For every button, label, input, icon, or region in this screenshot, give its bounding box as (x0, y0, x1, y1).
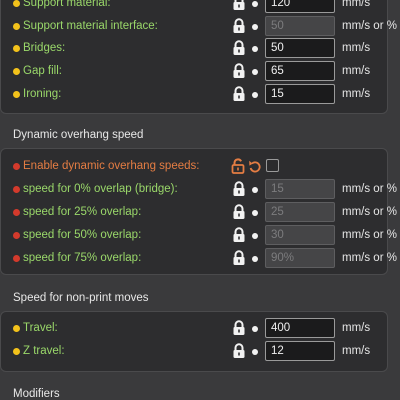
setting-row-enable-overhang: Enable dynamic overhang speeds: (0, 156, 386, 178)
undo-icon[interactable] (248, 158, 262, 174)
setting-label: Support material: (23, 0, 111, 9)
system-value-dot (13, 325, 20, 332)
bullet-icon[interactable] (252, 46, 258, 52)
setting-row-support-interface: Support material interface: 50 mm/s or % (0, 16, 397, 38)
bullet-icon[interactable] (252, 24, 258, 30)
unlocked-lock-icon[interactable] (231, 158, 245, 174)
speed-settings-panel: Support material: 120 mm/s Support mater… (0, 0, 397, 400)
section-title-nonprint: Speed for non-print moves (13, 292, 149, 304)
overlap-75-speed-input[interactable]: 90% (265, 248, 335, 268)
section-title-overhang: Dynamic overhang speed (13, 129, 144, 141)
setting-row-overlap-50: speed for 50% overlap: 30 mm/s or % (0, 225, 397, 247)
system-value-dot (13, 68, 20, 75)
unit-label: mm/s or % (342, 183, 397, 195)
lock-icon[interactable] (232, 63, 246, 79)
unit-label: mm/s or % (342, 206, 397, 218)
lock-icon[interactable] (232, 86, 246, 102)
unit-label: mm/s or % (342, 20, 397, 32)
setting-label: Gap fill: (23, 65, 62, 77)
bullet-icon[interactable] (252, 210, 258, 216)
system-value-dot (13, 348, 20, 355)
support-material-speed-input[interactable]: 120 (265, 0, 335, 13)
setting-label: Ironing: (23, 88, 62, 100)
bullet-icon[interactable] (252, 256, 258, 262)
setting-label: Z travel: (23, 345, 65, 357)
lock-icon[interactable] (232, 181, 246, 197)
setting-label: speed for 25% overlap: (23, 206, 142, 218)
lock-icon[interactable] (232, 40, 246, 56)
setting-row-support-material: Support material: 120 mm/s (0, 0, 386, 15)
enable-overhang-checkbox[interactable] (266, 159, 279, 172)
bullet-icon[interactable] (252, 69, 258, 75)
lock-icon[interactable] (232, 204, 246, 220)
overlap-50-speed-input[interactable]: 30 (265, 225, 335, 245)
unit-label: mm/s (342, 42, 371, 54)
setting-label: Support material interface: (23, 20, 158, 32)
overlap-0-speed-input[interactable]: 15 (265, 179, 335, 199)
setting-row-ironing: Ironing: 15 mm/s (0, 84, 386, 106)
bullet-icon[interactable] (252, 233, 258, 239)
modified-value-dot (13, 209, 20, 216)
unit-label: mm/s (342, 0, 371, 9)
setting-row-overlap-0: speed for 0% overlap (bridge): 15 mm/s o… (0, 179, 397, 201)
bullet-icon[interactable] (252, 326, 258, 332)
setting-row-overlap-75: speed for 75% overlap: 90% mm/s or % (0, 248, 397, 270)
system-value-dot (13, 0, 20, 7)
setting-label: Bridges: (23, 42, 66, 54)
bullet-icon[interactable] (252, 349, 258, 355)
setting-label: speed for 0% overlap (bridge): (23, 183, 178, 195)
system-value-dot (13, 45, 20, 52)
support-interface-speed-input[interactable]: 50 (265, 16, 335, 36)
unit-label: mm/s (342, 88, 371, 100)
setting-row-overlap-25: speed for 25% overlap: 25 mm/s or % (0, 202, 397, 224)
travel-speed-input[interactable]: 400 (265, 318, 335, 338)
bullet-icon[interactable] (252, 187, 258, 193)
lock-icon[interactable] (232, 0, 246, 11)
bridges-speed-input[interactable]: 50 (265, 38, 335, 58)
unit-label: mm/s (342, 345, 371, 357)
unit-label: mm/s or % (342, 229, 397, 241)
lock-icon[interactable] (232, 18, 246, 34)
setting-label: Enable dynamic overhang speeds: (23, 160, 200, 172)
setting-row-z-travel: Z travel: 12 mm/s (0, 341, 386, 363)
setting-label: speed for 75% overlap: (23, 252, 142, 264)
overlap-25-speed-input[interactable]: 25 (265, 202, 335, 222)
unit-label: mm/s (342, 322, 371, 334)
setting-row-gap-fill: Gap fill: 65 mm/s (0, 61, 386, 83)
ironing-speed-input[interactable]: 15 (265, 84, 335, 104)
bullet-icon[interactable] (252, 92, 258, 98)
gap-fill-speed-input[interactable]: 65 (265, 61, 335, 81)
z-travel-speed-input[interactable]: 12 (265, 341, 335, 361)
modified-value-dot (13, 163, 20, 170)
unit-label: mm/s (342, 65, 371, 77)
setting-label: Travel: (23, 322, 58, 334)
lock-icon[interactable] (232, 320, 246, 336)
system-value-dot (13, 91, 20, 98)
bullet-icon[interactable] (252, 1, 258, 7)
lock-icon[interactable] (232, 227, 246, 243)
lock-icon[interactable] (232, 250, 246, 266)
unit-label: mm/s or % (342, 252, 397, 264)
modified-value-dot (13, 232, 20, 239)
lock-icon[interactable] (232, 343, 246, 359)
modified-value-dot (13, 255, 20, 262)
section-title-modifiers: Modifiers (13, 388, 60, 400)
modified-value-dot (13, 186, 20, 193)
setting-label: speed for 50% overlap: (23, 229, 142, 241)
setting-row-bridges: Bridges: 50 mm/s (0, 38, 386, 60)
system-value-dot (13, 23, 20, 30)
setting-row-travel: Travel: 400 mm/s (0, 318, 386, 340)
